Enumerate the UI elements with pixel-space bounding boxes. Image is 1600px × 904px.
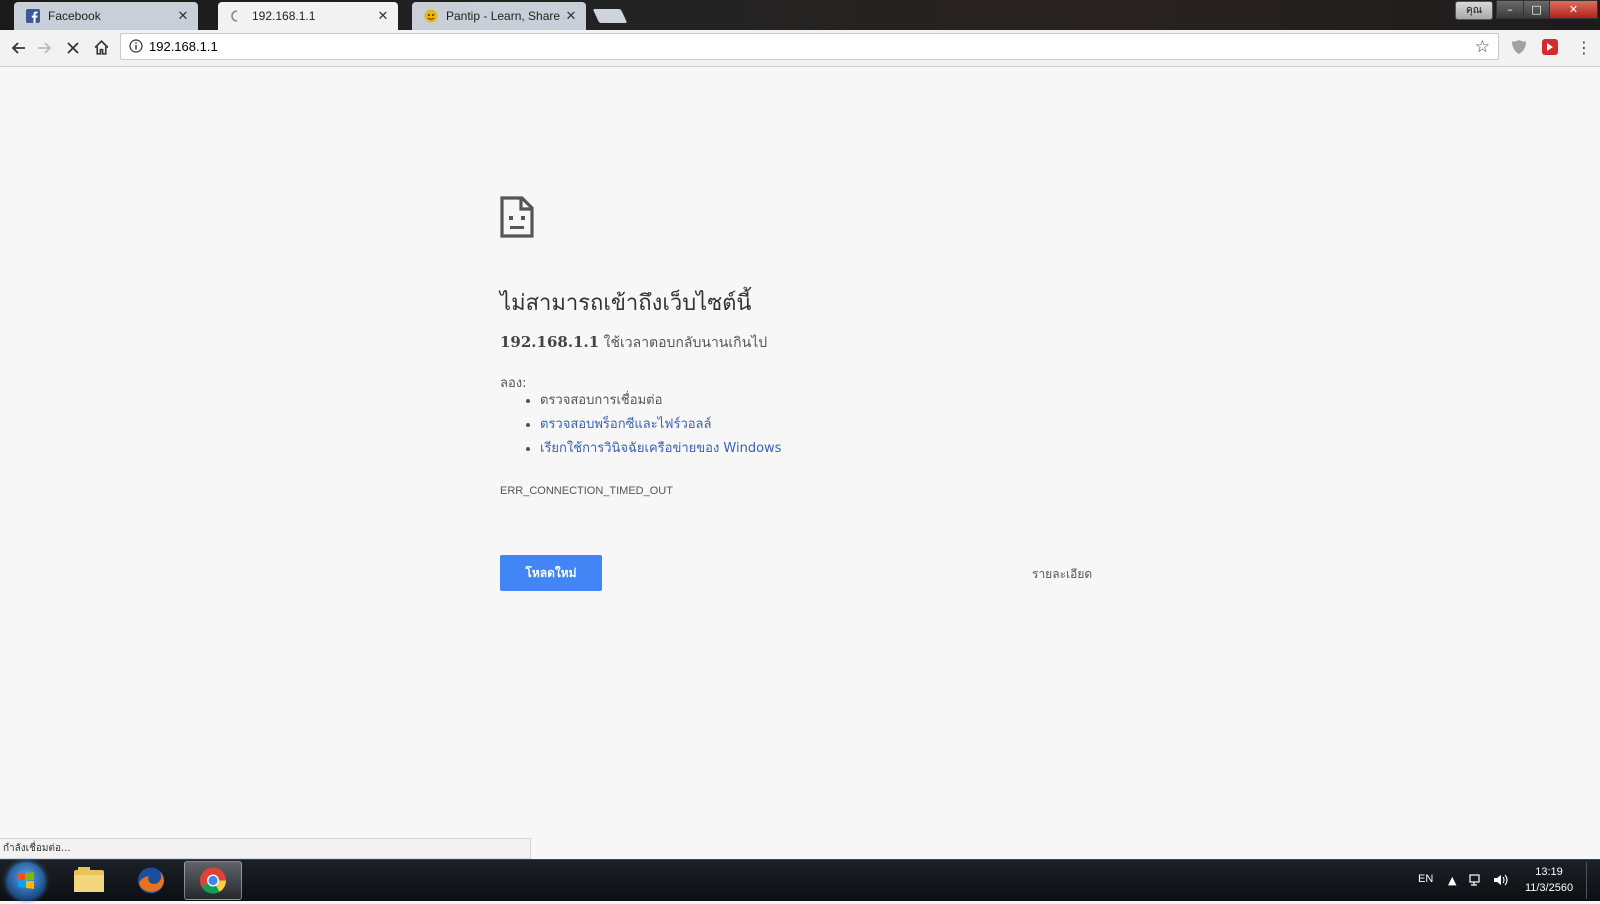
volume-icon[interactable] <box>1492 872 1508 888</box>
tab-strip: Facebook ✕ 192.168.1.1 ✕ Pantip - Learn,… <box>0 0 1600 30</box>
start-button[interactable] <box>7 862 45 900</box>
list-item: เรียกใช้การวินิจฉัยเครือข่ายของ Windows <box>540 437 781 461</box>
close-window-button[interactable]: ✕ <box>1549 0 1598 19</box>
taskbar-firefox[interactable] <box>122 861 180 900</box>
back-arrow-icon <box>11 42 25 54</box>
user-profile-button[interactable]: คุณ <box>1455 1 1493 20</box>
tab-label: 192.168.1.1 <box>252 9 316 23</box>
taskbar-file-explorer[interactable] <box>60 861 118 900</box>
menu-kebab-icon[interactable]: ⋮ <box>1573 37 1595 59</box>
details-button[interactable]: รายละเอียด <box>1026 564 1098 585</box>
close-icon[interactable]: ✕ <box>564 8 578 24</box>
error-reason: ใช้เวลาตอบกลับนานเกินไป <box>603 335 768 351</box>
system-clock[interactable]: 13:19 11/3/2560 <box>1518 864 1580 896</box>
windows-logo-icon <box>18 872 34 889</box>
minimize-button[interactable]: – <box>1496 0 1524 19</box>
extension-shield-icon[interactable] <box>1510 38 1528 56</box>
back-button[interactable] <box>7 37 29 59</box>
new-tab-button[interactable] <box>592 9 628 23</box>
sad-page-icon <box>500 196 534 238</box>
browser-toolbar: ☆ ⋮ <box>0 30 1600 67</box>
error-host: 192.168.1.1 <box>500 333 600 351</box>
suggestion-check-connection: ตรวจสอบการเชื่อมต่อ <box>540 393 663 408</box>
error-description: 192.168.1.1 ใช้เวลาตอบกลับนานเกินไป <box>500 332 767 354</box>
tab-pantip[interactable]: Pantip - Learn, Share & F ✕ <box>404 2 594 30</box>
error-code: ERR_CONNECTION_TIMED_OUT <box>500 485 673 497</box>
home-button[interactable] <box>90 37 112 59</box>
maximize-button[interactable]: □ <box>1523 0 1550 19</box>
address-bar[interactable]: ☆ <box>120 33 1499 60</box>
forward-arrow-icon <box>38 42 52 54</box>
status-bubble: กำลังเชื่อมต่อ... <box>0 838 531 859</box>
suggestions-list: ตรวจสอบการเชื่อมต่อ ตรวจสอบพร็อกซีและไฟร… <box>500 389 781 461</box>
forward-button[interactable] <box>34 37 56 59</box>
pantip-icon <box>424 9 438 23</box>
show-desktop-button[interactable] <box>1586 862 1599 899</box>
show-hidden-icons-icon[interactable]: ▲ <box>1448 874 1456 887</box>
tab-192-168-1-1[interactable]: 192.168.1.1 ✕ <box>210 2 406 30</box>
facebook-icon <box>26 9 40 23</box>
clock-date: 11/3/2560 <box>1524 882 1574 894</box>
tab-label: Facebook <box>48 9 101 23</box>
chrome-icon <box>200 867 227 894</box>
info-icon[interactable] <box>129 39 143 53</box>
language-indicator[interactable]: EN <box>1418 873 1433 885</box>
reload-button[interactable]: โหลดใหม่ <box>500 555 602 591</box>
extension-video-icon[interactable] <box>1541 38 1559 56</box>
clock-time: 13:19 <box>1535 866 1563 878</box>
bookmark-star-icon[interactable]: ☆ <box>1475 37 1490 57</box>
tab-label: Pantip - Learn, Share & F <box>446 9 564 23</box>
close-icon[interactable]: ✕ <box>176 8 190 24</box>
list-item: ตรวจสอบพร็อกซีและไฟร์วอลล์ <box>540 413 781 437</box>
stop-loading-button[interactable] <box>62 37 84 59</box>
error-page: ไม่สามารถเข้าถึงเว็บไซต์นี้ 192.168.1.1 … <box>0 67 1600 838</box>
error-title: ไม่สามารถเข้าถึงเว็บไซต์นี้ <box>500 291 752 316</box>
network-icon[interactable] <box>1468 872 1484 888</box>
firefox-icon <box>138 867 164 894</box>
loading-spinner-icon <box>231 10 238 22</box>
close-icon[interactable]: ✕ <box>376 8 390 24</box>
windows-taskbar: EN ▲ 13:19 11/3/2560 <box>0 859 1600 901</box>
taskbar-chrome[interactable] <box>184 861 242 900</box>
suggestion-check-proxy-link[interactable]: ตรวจสอบพร็อกซีและไฟร์วอลล์ <box>540 417 711 432</box>
stop-icon <box>67 42 79 54</box>
suggestion-network-diagnostics-link[interactable]: เรียกใช้การวินิจฉัยเครือข่ายของ Windows <box>540 441 781 456</box>
url-input[interactable] <box>149 37 1449 56</box>
file-explorer-icon <box>74 867 104 892</box>
list-item: ตรวจสอบการเชื่อมต่อ <box>540 389 781 413</box>
tab-facebook[interactable]: Facebook ✕ <box>6 2 206 30</box>
home-icon <box>94 39 108 55</box>
